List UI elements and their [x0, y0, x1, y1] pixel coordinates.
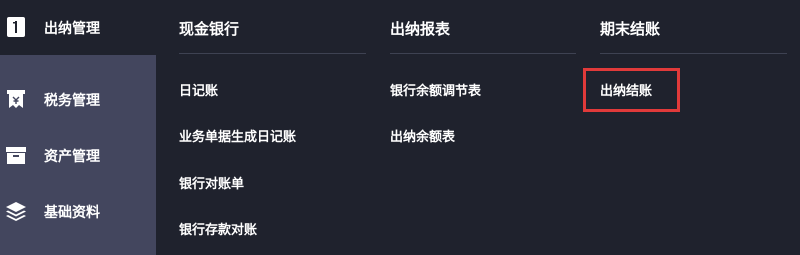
sidebar: 出纳管理 税务管理 资产管理 基础资料 [0, 0, 156, 255]
menu-item-bank-statement[interactable]: 银行对账单 [179, 173, 244, 192]
column-divider [179, 53, 366, 54]
menu-item-cashier-balance-sheet[interactable]: 出纳余额表 [390, 126, 455, 145]
highlight-box [583, 68, 680, 112]
asset-box-icon [5, 144, 27, 166]
tax-receipt-icon [5, 88, 27, 110]
menu-item-journal[interactable]: 日记账 [179, 80, 218, 99]
sidebar-item-label: 资产管理 [44, 149, 100, 165]
sidebar-item-basic-data[interactable]: 基础资料 [0, 188, 156, 234]
sidebar-item-label: 基础资料 [44, 205, 100, 221]
sidebar-item-label: 出纳管理 [44, 21, 100, 37]
menu-item-bank-balance-reconciliation[interactable]: 银行余额调节表 [390, 80, 481, 99]
column-divider [390, 53, 576, 54]
layers-icon [5, 200, 27, 222]
menu-item-bank-deposit-reconciliation[interactable]: 银行存款对账 [179, 219, 257, 238]
sidebar-item-tax-management[interactable]: 税务管理 [0, 76, 156, 122]
menu-item-generate-journal-from-documents[interactable]: 业务单据生成日记账 [179, 126, 296, 145]
menu-column-title-period-end-closing: 期末结账 [600, 20, 661, 38]
menu-column-title-cash-bank: 现金银行 [179, 20, 240, 38]
sidebar-item-asset-management[interactable]: 资产管理 [0, 132, 156, 178]
menu-column-title-cashier-reports: 出纳报表 [390, 20, 451, 38]
sidebar-item-label: 税务管理 [44, 93, 100, 109]
column-divider [600, 53, 787, 54]
cashier-book-icon [5, 16, 27, 38]
sidebar-item-cashier-management[interactable]: 出纳管理 [0, 0, 156, 55]
